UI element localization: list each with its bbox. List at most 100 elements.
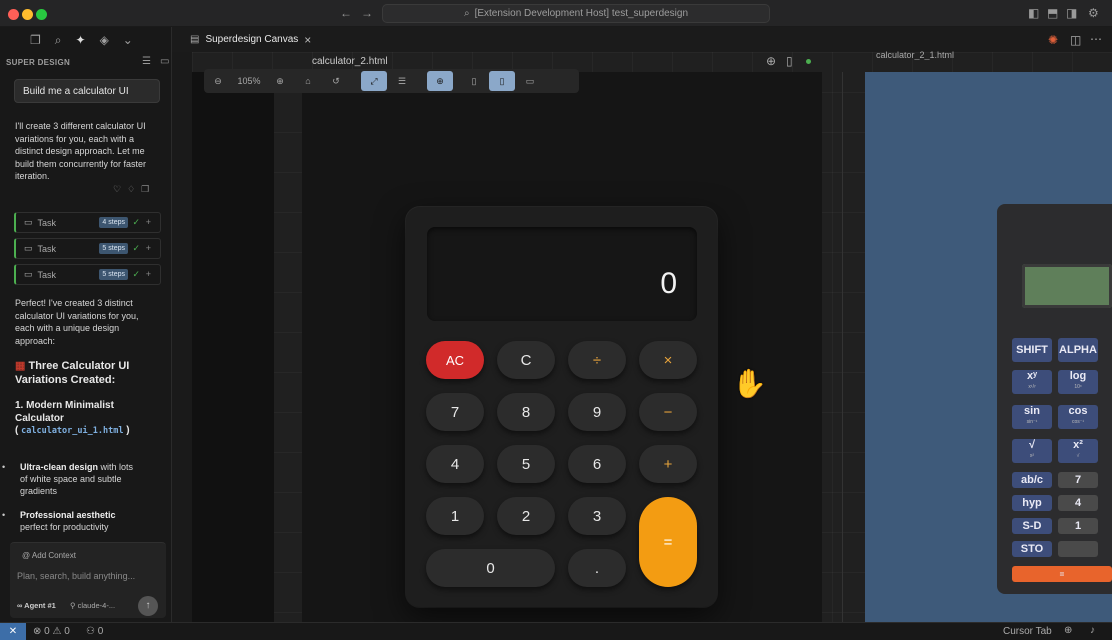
reset-icon[interactable]: ↺ bbox=[323, 71, 349, 91]
mobile-view-icon[interactable]: ▯ bbox=[461, 71, 487, 91]
sci-key[interactable]: SHIFT bbox=[1012, 338, 1052, 362]
calc-key[interactable]: 9 bbox=[568, 393, 626, 431]
add-context-button[interactable]: @ Add Context bbox=[22, 551, 76, 560]
sci-key[interactable]: 1 bbox=[1058, 518, 1098, 534]
explorer-icon[interactable]: ❐ bbox=[30, 33, 41, 48]
calc-key[interactable]: 2 bbox=[497, 497, 555, 535]
search-view-icon[interactable]: ⌕ bbox=[55, 33, 62, 48]
assistant-summary-text: Perfect! I've created 3 distinct calcula… bbox=[15, 298, 139, 346]
expand-plus-icon[interactable]: + bbox=[146, 269, 151, 279]
sci-key[interactable]: log 10ˣ bbox=[1058, 370, 1098, 394]
zoom-status-icon[interactable]: ⊕ bbox=[1064, 625, 1072, 636]
desktop-view-icon[interactable]: ▭ bbox=[517, 71, 543, 91]
task-item[interactable]: ▭ Task 5 steps ✓ + bbox=[14, 264, 161, 285]
calc-key[interactable]: = bbox=[639, 497, 697, 587]
tab-superdesign-canvas[interactable]: ▤ Superdesign Canvas × bbox=[182, 27, 319, 52]
status-dot bbox=[806, 59, 811, 64]
thumbs-up-icon[interactable]: ♡ bbox=[113, 184, 121, 195]
tablet-icon[interactable]: ▯ bbox=[786, 54, 793, 68]
command-center[interactable]: ⌕ [Extension Development Host] test_supe… bbox=[382, 4, 770, 23]
sci-key[interactable]: hyp bbox=[1012, 495, 1052, 511]
sci-key[interactable]: ALPHA bbox=[1058, 338, 1098, 362]
home-icon[interactable]: ⌂ bbox=[295, 71, 321, 91]
zoom-out-icon[interactable]: ⊖ bbox=[205, 71, 231, 91]
split-editor-icon[interactable]: ◫ bbox=[1070, 33, 1081, 47]
chat-input[interactable]: Plan, search, build anything... bbox=[17, 571, 135, 581]
copy-icon[interactable]: ❐ bbox=[141, 184, 149, 195]
toggle-primary-sidebar-icon[interactable]: ◧ bbox=[1028, 7, 1039, 19]
sci-key[interactable]: = bbox=[1012, 566, 1112, 582]
calc-key[interactable]: 4 bbox=[426, 445, 484, 483]
design-frame-calculator-2[interactable]: 0 AC C ÷ × 7 8 9− 4 5 6 +1 2 3 = 0. bbox=[302, 72, 822, 622]
close-window-button[interactable] bbox=[8, 9, 19, 20]
calc-key[interactable]: 3 bbox=[568, 497, 626, 535]
layers-icon[interactable]: ◈ bbox=[100, 33, 109, 48]
problems-indicator[interactable]: ⊗ 0 ⚠ 0 bbox=[33, 626, 70, 637]
calc-key[interactable]: × bbox=[639, 341, 697, 379]
tablet-view-icon[interactable]: ▯ bbox=[489, 71, 515, 91]
expand-plus-icon[interactable]: + bbox=[146, 217, 151, 227]
calc-key[interactable]: + bbox=[639, 445, 697, 483]
checkmark-icon: ✓ bbox=[132, 269, 140, 279]
sci-key[interactable]: sin sin⁻¹ bbox=[1012, 405, 1052, 429]
sci-key[interactable]: 7 bbox=[1058, 472, 1098, 488]
toggle-panel-icon[interactable]: ⬒ bbox=[1047, 7, 1058, 19]
sci-key[interactable]: cos cos⁻¹ bbox=[1058, 405, 1098, 429]
calc-key[interactable]: AC bbox=[426, 341, 484, 379]
calc-key[interactable]: 1 bbox=[426, 497, 484, 535]
send-button[interactable]: ↑ bbox=[138, 596, 158, 616]
command-center-label: [Extension Development Host] test_superd… bbox=[474, 8, 689, 19]
design-frame-calculator-2-1[interactable]: SHIFT ALPHA xʸ x¹/ʸ log 10ˣ sin sin⁻¹ cos cos⁻¹ √ x… bbox=[865, 72, 1112, 622]
panel-icon[interactable]: ▭ bbox=[160, 56, 169, 67]
list-icon[interactable]: ☰ bbox=[389, 71, 415, 91]
calc-key[interactable]: 0 bbox=[426, 549, 555, 587]
calc-key[interactable]: ÷ bbox=[568, 341, 626, 379]
sci-key[interactable]: 4 bbox=[1058, 495, 1098, 511]
expand-icon[interactable]: ⤢ bbox=[361, 71, 387, 91]
model-selector[interactable]: ⚲ claude-4-... bbox=[70, 601, 115, 610]
globe-view-icon[interactable]: ⊕ bbox=[427, 71, 453, 91]
remote-indicator-icon[interactable]: ✕ bbox=[0, 623, 26, 640]
calc-key[interactable]: 8 bbox=[497, 393, 555, 431]
thumbs-down-icon[interactable]: ♢ bbox=[127, 184, 135, 195]
expand-plus-icon[interactable]: + bbox=[146, 243, 151, 253]
calc-key[interactable]: C bbox=[497, 341, 555, 379]
ports-indicator[interactable]: ⚇ 0 bbox=[86, 626, 103, 637]
sci-key[interactable]: ab/c bbox=[1012, 472, 1052, 488]
superdesign-icon[interactable]: ✦ bbox=[76, 33, 86, 48]
calc-key[interactable]: 7 bbox=[426, 393, 484, 431]
agent-selector[interactable]: ∞ Agent #1 bbox=[17, 601, 56, 610]
task-item[interactable]: ▭ Task 4 steps ✓ + bbox=[14, 212, 161, 233]
toggle-secondary-sidebar-icon[interactable]: ◨ bbox=[1066, 7, 1077, 19]
minimize-window-button[interactable] bbox=[22, 9, 33, 20]
settings-gear-icon[interactable]: ⚙ bbox=[1088, 7, 1099, 19]
sci-key[interactable]: S-D bbox=[1012, 518, 1052, 534]
variations-heading: ▦ Three Calculator UI Variations Created… bbox=[15, 360, 130, 386]
more-actions-icon[interactable]: ⋯ bbox=[1090, 32, 1102, 46]
task-item[interactable]: ▭ Task 5 steps ✓ + bbox=[14, 238, 161, 259]
design-canvas[interactable]: 0 AC C ÷ × 7 8 9−4 5 6 +1 2 3 = 0. calculator_2.html … bbox=[192, 50, 1112, 622]
calc-key[interactable]: 5 bbox=[497, 445, 555, 483]
superdesign-sun-icon[interactable]: ✺ bbox=[1048, 33, 1058, 47]
close-tab-icon[interactable]: × bbox=[304, 33, 311, 47]
notifications-bell-icon[interactable]: ♪ bbox=[1090, 625, 1095, 636]
back-arrow-icon[interactable]: ← bbox=[340, 7, 352, 19]
sci-key[interactable]: √ x² bbox=[1012, 439, 1052, 463]
cursor-tab-status[interactable]: Cursor Tab bbox=[1003, 626, 1052, 637]
maximize-window-button[interactable] bbox=[36, 9, 47, 20]
sci-key[interactable]: xʸ x¹/ʸ bbox=[1012, 370, 1052, 394]
chevron-down-icon[interactable]: ⌄ bbox=[123, 33, 133, 48]
calc-key[interactable]: . bbox=[568, 549, 626, 587]
design-frame-left[interactable] bbox=[192, 72, 274, 622]
tab-label: Superdesign Canvas bbox=[205, 34, 299, 45]
menu-lines-icon[interactable]: ☰ bbox=[142, 56, 151, 67]
zoom-in-icon[interactable]: ⊕ bbox=[267, 71, 293, 91]
sci-key[interactable] bbox=[1058, 541, 1098, 557]
sci-key[interactable]: x² √ bbox=[1058, 439, 1098, 463]
calc-key[interactable]: 6 bbox=[568, 445, 626, 483]
globe-icon[interactable]: ⊕ bbox=[766, 54, 776, 68]
sci-key[interactable]: STO bbox=[1012, 541, 1052, 557]
forward-arrow-icon[interactable]: → bbox=[361, 7, 373, 19]
calc-key[interactable]: − bbox=[639, 393, 697, 431]
preview-icon: ▤ bbox=[190, 34, 200, 45]
